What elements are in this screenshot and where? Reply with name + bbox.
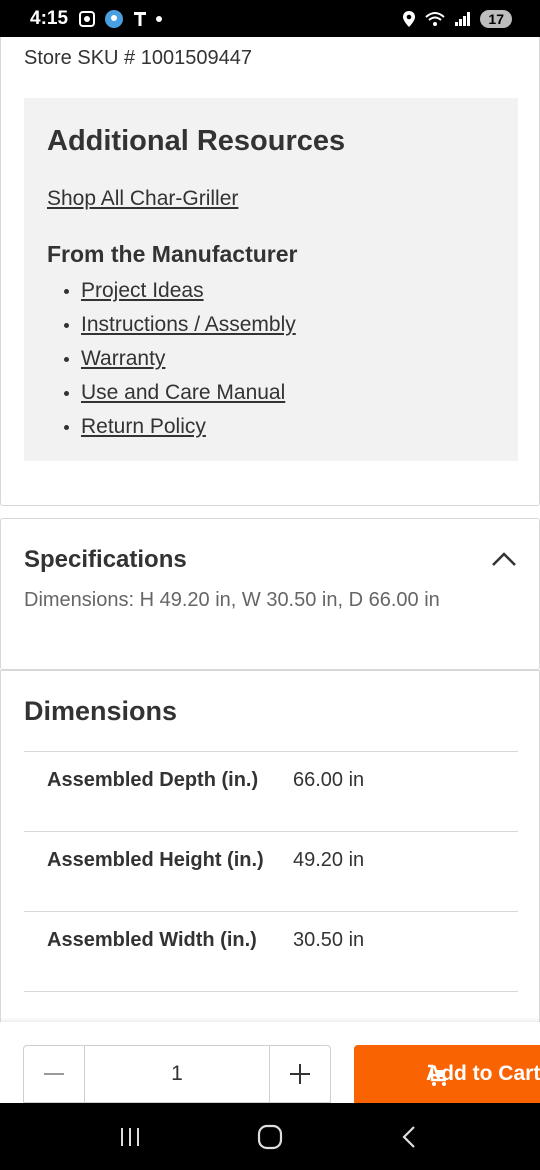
dimensions-table: Assembled Depth (in.) 66.00 in Assembled…	[24, 751, 518, 992]
manufacturer-links-list: Project Ideas Instructions / Assembly Wa…	[64, 274, 296, 444]
warranty-link[interactable]: Warranty	[81, 347, 165, 371]
screenshot-icon	[78, 10, 96, 28]
return-policy-link[interactable]: Return Policy	[81, 415, 206, 439]
table-row: Assembled Width (in.) 30.50 in	[24, 912, 518, 992]
bullet-icon	[64, 288, 69, 294]
dimensions-section: Dimensions Assembled Depth (in.) 66.00 i…	[0, 670, 540, 1030]
dimension-value: 49.20 in	[293, 849, 365, 871]
home-button[interactable]	[250, 1117, 290, 1157]
list-item: Return Policy	[64, 410, 296, 444]
system-nav-bar	[0, 1103, 540, 1170]
table-row: Assembled Depth (in.) 66.00 in	[24, 752, 518, 832]
bullet-icon	[64, 424, 69, 430]
cart-icon	[426, 1063, 450, 1093]
wifi-icon	[424, 10, 446, 28]
plus-icon	[290, 1064, 310, 1084]
from-manufacturer-title: From the Manufacturer	[47, 241, 298, 267]
quantity-stepper: 1	[23, 1045, 331, 1103]
increase-quantity-button[interactable]	[270, 1046, 330, 1102]
specifications-title: Specifications	[24, 546, 187, 573]
bullet-icon	[64, 390, 69, 396]
signal-icon	[454, 11, 472, 27]
list-item: Warranty	[64, 342, 296, 376]
add-to-cart-button[interactable]: Add to Cart	[354, 1045, 540, 1103]
purchase-bar: 1 Add to Cart	[0, 1022, 540, 1103]
recent-apps-icon	[121, 1127, 139, 1146]
specifications-summary: Dimensions: H 49.20 in, W 30.50 in, D 66…	[24, 589, 440, 611]
list-item: Instructions / Assembly	[64, 308, 296, 342]
additional-resources-panel: Additional Resources Shop All Char-Grill…	[24, 98, 518, 461]
battery-indicator: 17	[480, 9, 512, 28]
instructions-assembly-link[interactable]: Instructions / Assembly	[81, 313, 296, 337]
list-item: Project Ideas	[64, 274, 296, 308]
decrease-quantity-button[interactable]	[24, 1046, 84, 1102]
location-pin-icon	[402, 10, 416, 28]
quantity-input[interactable]: 1	[84, 1046, 270, 1102]
back-icon	[402, 1125, 415, 1148]
dimension-value: 30.50 in	[293, 929, 365, 951]
bullet-icon	[64, 356, 69, 362]
location-app-icon	[104, 9, 124, 29]
use-and-care-manual-link[interactable]: Use and Care Manual	[81, 381, 285, 405]
tmobile-icon	[132, 10, 148, 28]
project-ideas-link[interactable]: Project Ideas	[81, 279, 204, 303]
minus-icon	[44, 1073, 64, 1075]
product-info-card: Store SKU # 1001509447 Additional Resour…	[0, 37, 540, 506]
recent-apps-button[interactable]	[110, 1117, 150, 1157]
dot-icon	[156, 15, 163, 22]
status-time: 4:15	[30, 7, 69, 29]
dimension-value: 66.00 in	[293, 769, 365, 791]
back-button[interactable]	[390, 1117, 430, 1157]
list-item: Use and Care Manual	[64, 376, 296, 410]
specifications-accordion[interactable]: Specifications Dimensions: H 49.20 in, W…	[0, 518, 540, 670]
status-bar: 4:15 17	[0, 0, 540, 37]
dimension-label: Assembled Width (in.)	[47, 929, 257, 951]
shop-all-brand-link[interactable]: Shop All Char-Griller	[47, 187, 238, 211]
table-row: Assembled Height (in.) 49.20 in	[24, 832, 518, 912]
chevron-up-icon[interactable]	[491, 551, 517, 567]
store-sku: Store SKU # 1001509447	[24, 47, 252, 69]
bullet-icon	[64, 322, 69, 328]
dimensions-title: Dimensions	[24, 696, 178, 726]
dimension-label: Assembled Height (in.)	[47, 849, 264, 871]
additional-resources-title: Additional Resources	[47, 125, 346, 157]
home-icon	[257, 1124, 283, 1149]
dimension-label: Assembled Depth (in.)	[47, 769, 259, 791]
